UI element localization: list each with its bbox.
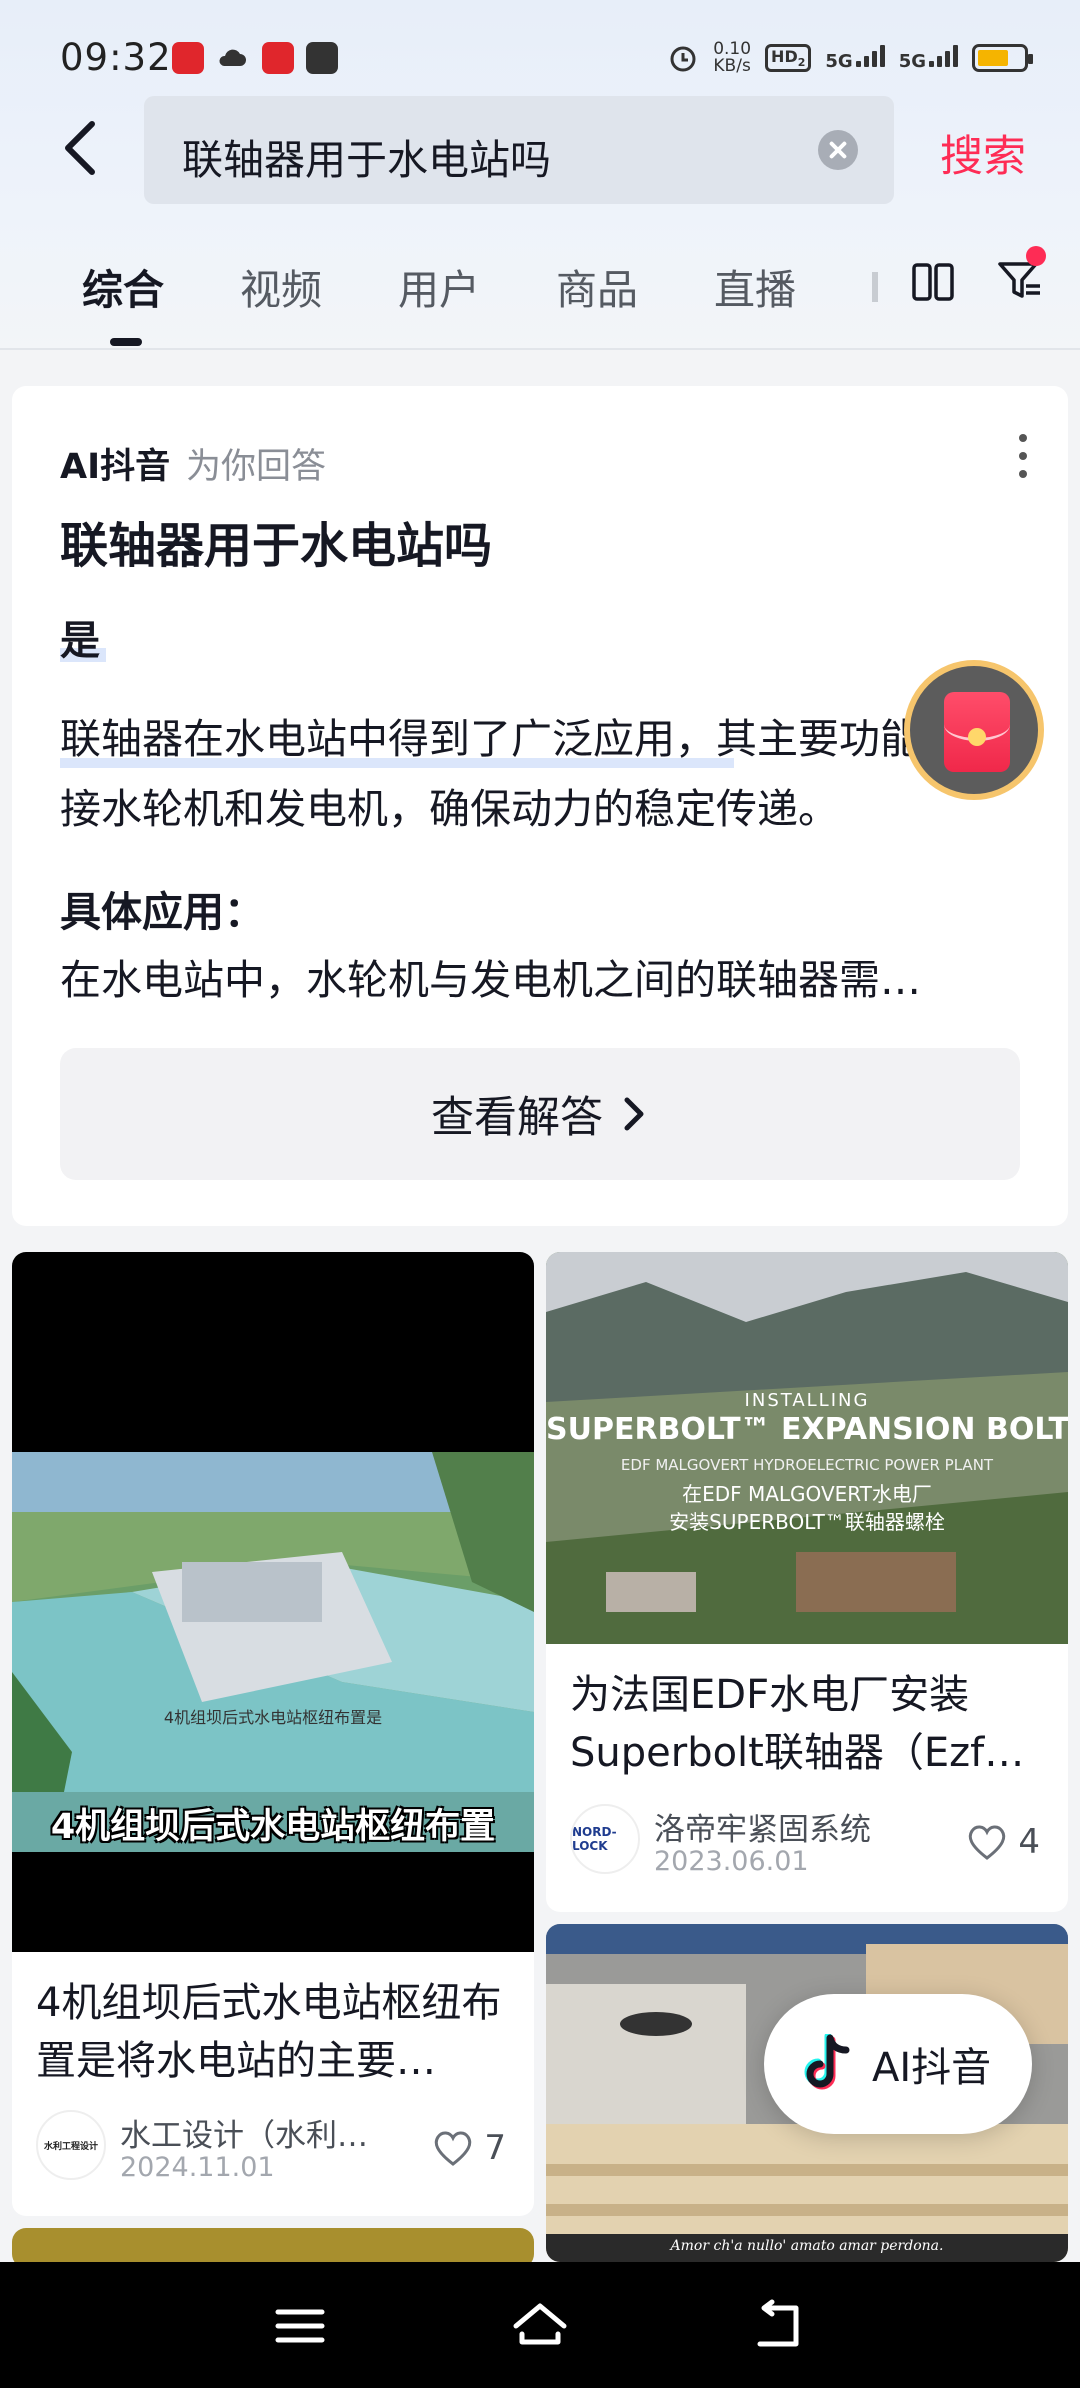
clear-icon[interactable] — [818, 130, 858, 170]
thumbnail-line-3: EDF MALGOVERT HYDROELECTRIC POWER PLANT — [620, 1456, 994, 1474]
like-button[interactable]: 4 — [966, 1822, 1040, 1862]
thumbnail-caption: 4机组坝后式水电站枢纽布置 — [50, 1807, 496, 1847]
heart-icon — [969, 1825, 1006, 1860]
thumbnail-line-4: 在EDF MALGOVERT水电厂 — [682, 1482, 932, 1506]
active-tab-indicator — [110, 338, 142, 346]
tab-products[interactable]: 商品 — [556, 256, 638, 316]
battery-icon — [972, 44, 1033, 72]
tab-comprehensive[interactable]: 综合 — [82, 256, 164, 316]
status-indicators: 0.10 KB/s HD2 5G 5G — [667, 36, 1033, 80]
ai-douyin-label: AI抖音 — [872, 2045, 992, 2091]
layout-toggle-icon[interactable] — [912, 262, 954, 302]
search-query: 联轴器用于水电站吗 — [182, 136, 551, 184]
message-icon — [306, 42, 338, 74]
post-date: 2024.11.01 — [120, 2152, 275, 2183]
ai-question: 联轴器用于水电站吗 — [60, 518, 493, 574]
ai-snippet: 在水电站中，水轮机与发电机之间的联轴器需… — [60, 956, 921, 1004]
search-button[interactable]: 搜索 — [940, 122, 1026, 184]
red-envelope-button[interactable] — [904, 660, 1044, 800]
thumbnail-small-caption: 4机组坝后式水电站枢纽布置是 — [163, 1708, 383, 1727]
view-answer-label: 查看解答 — [431, 1093, 603, 1143]
heart-icon — [435, 2131, 472, 2166]
avatar[interactable]: 水利工程设计 — [36, 2110, 106, 2180]
thumbnail-line-5: 安装SUPERBOLT™联轴器螺栓 — [669, 1510, 945, 1534]
status-time: 09:32 — [60, 36, 172, 79]
home-icon[interactable] — [510, 2296, 570, 2356]
video-thumbnail-1[interactable]: 4机组坝后式水电站枢纽布置是 4机组坝后式水电站枢纽布置 — [12, 1252, 534, 1952]
menu-icon[interactable] — [270, 2296, 330, 2356]
ai-douyin-button[interactable]: AI抖音 — [764, 1994, 1032, 2134]
tab-live[interactable]: 直播 — [714, 256, 796, 316]
like-count: 4 — [1018, 1822, 1040, 1862]
tab-overflow-fade — [872, 272, 878, 302]
chevron-right-icon — [624, 1097, 644, 1131]
hd-badge: HD2 — [765, 43, 812, 73]
ai-subheading: 具体应用： — [60, 888, 265, 936]
ai-paragraph: 联轴器在水电站中得到了广泛应用，其主要功能是连接水轮机和发电机，确保动力的稳定传… — [60, 715, 1003, 833]
view-answer-button[interactable]: 查看解答 — [60, 1048, 1020, 1180]
douyin-logo-icon — [804, 2034, 850, 2090]
video-card-1[interactable]: 4机组坝后式水电站枢纽布置是 4机组坝后式水电站枢纽布置 4机组坝后式水电站枢纽… — [12, 1252, 534, 2216]
video-title-1[interactable]: 4机组坝后式水电站枢纽布置是将水电站的主要… — [36, 1974, 506, 2090]
video-card-2[interactable]: INSTALLING SUPERBOLT™ EXPANSION BOLTS ED… — [546, 1252, 1068, 1912]
like-button[interactable]: 7 — [432, 2128, 506, 2168]
alarm-icon — [670, 46, 696, 72]
signal-5g-1: 5G — [825, 44, 885, 72]
red-envelope-icon — [944, 692, 1010, 772]
ai-brand-label: AI抖音 — [60, 447, 171, 487]
valley-scene-image — [546, 1252, 1068, 1644]
post-date: 2023.06.01 — [654, 1846, 809, 1877]
header-divider — [0, 348, 1080, 350]
author-name[interactable]: 水工设计（水利… — [120, 2110, 368, 2155]
filter-badge-dot — [1026, 246, 1046, 266]
dam-scene-image — [12, 1452, 534, 1852]
thumbnail-caption: Amor ch'a nullo' amato amar perdona. — [670, 2238, 944, 2254]
author-row-2[interactable]: NORD-LOCK 洛帝牢紧固系统 2023.06.01 4 — [570, 1804, 1040, 1884]
more-options-icon[interactable] — [1018, 434, 1028, 478]
system-nav-bar — [0, 2262, 1080, 2388]
video-title-2[interactable]: 为法国EDF水电厂安装Superbolt联轴器（Ezf… — [570, 1666, 1040, 1782]
tab-video[interactable]: 视频 — [240, 256, 322, 316]
back-arrow-icon[interactable] — [56, 118, 116, 178]
notification-app-icon — [172, 42, 204, 74]
signal-5g-2: 5G — [899, 44, 958, 72]
back-icon[interactable] — [750, 2296, 810, 2356]
cloud-icon — [216, 42, 248, 74]
author-row-1[interactable]: 水利工程设计 水工设计（水利… 2024.11.01 7 — [36, 2110, 506, 2190]
ai-subtitle: 为你回答 — [186, 447, 327, 487]
search-input[interactable]: 联轴器用于水电站吗 — [144, 96, 894, 204]
like-count: 7 — [484, 2128, 506, 2168]
tab-users[interactable]: 用户 — [398, 256, 480, 316]
notification-app-icon-2 — [262, 42, 294, 74]
video-thumbnail-2[interactable]: INSTALLING SUPERBOLT™ EXPANSION BOLTS ED… — [546, 1252, 1068, 1644]
net-speed: 0.10 KB/s — [713, 39, 752, 76]
author-name[interactable]: 洛帝牢紧固系统 — [654, 1804, 871, 1849]
avatar[interactable]: NORD-LOCK — [570, 1804, 640, 1874]
thumbnail-line-1: INSTALLING — [744, 1390, 870, 1411]
ai-answer-card[interactable]: AI抖音 为你回答 联轴器用于水电站吗 是 联轴器在水电站中得到了广泛应用，其主… — [12, 386, 1068, 1226]
thumbnail-line-2: SUPERBOLT™ EXPANSION BOLTS — [546, 1412, 1068, 1447]
ai-verdict: 是 — [60, 618, 100, 664]
